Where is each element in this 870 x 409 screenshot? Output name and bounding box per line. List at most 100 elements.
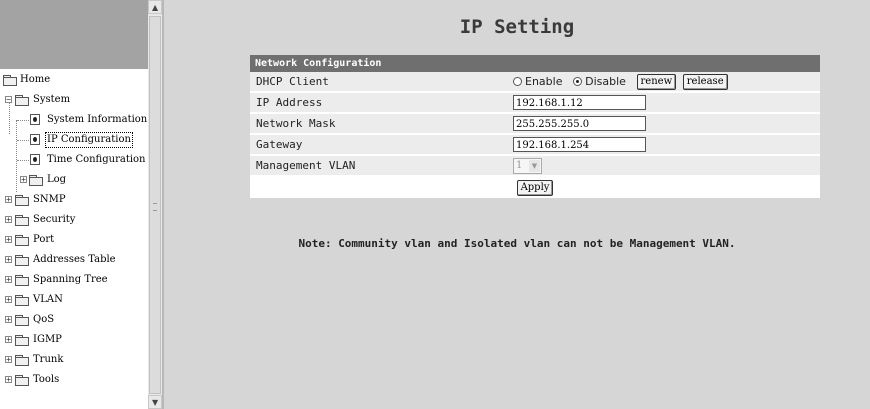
chevron-up-icon: ▲: [152, 3, 159, 12]
management-vlan-label: Management VLAN: [250, 155, 501, 177]
dhcp-controls: Enable Disable renew release: [501, 72, 820, 93]
folder-icon: [15, 355, 29, 366]
note-text: Note: Community vlan and Isolated vlan c…: [298, 237, 736, 250]
network-mask-row: Network Mask 255.255.255.0: [250, 113, 820, 135]
nav-item-trunk[interactable]: + Trunk: [0, 350, 148, 370]
expand-icon[interactable]: +: [5, 296, 12, 304]
dhcp-enable-label: Enable: [525, 74, 563, 88]
dhcp-row: DHCP Client Enable Disable renew release: [250, 72, 820, 93]
nav-item-spanning-tree[interactable]: + Spanning Tree: [0, 270, 148, 290]
nav-label: Spanning Tree: [33, 274, 108, 285]
scroll-thumb[interactable]: [149, 16, 161, 394]
tree-connector: [17, 140, 29, 141]
gateway-row: Gateway 192.168.1.254: [250, 134, 820, 156]
expand-icon[interactable]: +: [5, 356, 12, 364]
folder-icon: [29, 175, 43, 186]
nav-item-log[interactable]: + Log: [0, 170, 148, 190]
management-vlan-select[interactable]: 1 ▼: [513, 157, 542, 174]
dhcp-disable-radio[interactable]: [573, 76, 583, 86]
nav-item-igmp[interactable]: + IGMP: [0, 330, 148, 350]
expand-icon[interactable]: +: [5, 376, 12, 384]
folder-icon: [3, 75, 17, 86]
chevron-down-icon: ▼: [529, 159, 540, 172]
tree-connector: [17, 160, 29, 161]
nav-label: Time Configuration: [47, 154, 146, 165]
expand-icon[interactable]: +: [5, 256, 12, 264]
folder-icon: [15, 255, 29, 266]
grip-icon: [153, 203, 157, 211]
nav-item-tools[interactable]: + Tools: [0, 370, 148, 390]
nav-item-qos[interactable]: + QoS: [0, 310, 148, 330]
content-frame: IP Setting Network Configuration DHCP Cl…: [164, 0, 870, 409]
folder-icon: [15, 375, 29, 386]
folder-icon: [15, 315, 29, 326]
nav-label: Trunk: [33, 354, 64, 365]
nav-label: VLAN: [33, 294, 63, 305]
page-title: IP Setting: [459, 16, 575, 38]
ip-address-label: IP Address: [250, 92, 501, 114]
vlan-selected-value: 1: [516, 159, 523, 171]
scroll-down-button[interactable]: ▼: [148, 395, 162, 409]
dhcp-enable-radio[interactable]: [513, 76, 522, 86]
nav-label-selected: IP Configuration: [45, 132, 133, 148]
page-icon: [30, 134, 40, 145]
section-title: Network Configuration: [250, 55, 820, 72]
expand-icon[interactable]: +: [5, 316, 12, 324]
dhcp-disable-label: Disable: [585, 74, 626, 88]
release-button[interactable]: release: [682, 73, 728, 90]
nav-item-ip-configuration[interactable]: IP Configuration: [0, 130, 148, 150]
nav-label: Log: [47, 174, 67, 185]
ip-address-row: IP Address 192.168.1.12: [250, 92, 820, 114]
nav-item-time-configuration[interactable]: Time Configuration: [0, 150, 148, 170]
expand-icon[interactable]: +: [5, 236, 12, 244]
gateway-label: Gateway: [250, 134, 501, 156]
nav-item-addresses-table[interactable]: + Addresses Table: [0, 250, 148, 270]
chevron-down-icon: ▼: [152, 398, 159, 407]
table-header: Network Configuration: [250, 55, 820, 72]
renew-button[interactable]: renew: [636, 73, 677, 90]
network-mask-input[interactable]: 255.255.255.0: [513, 116, 646, 131]
nav-item-snmp[interactable]: + SNMP: [0, 190, 148, 210]
logo-area: [0, 0, 148, 69]
collapse-icon[interactable]: −: [5, 96, 12, 104]
apply-button[interactable]: Apply: [516, 179, 554, 196]
navigation-frame: Home − System System Information IP Conf…: [0, 0, 162, 409]
folder-open-icon: [15, 95, 29, 106]
nav-item-system[interactable]: − System: [0, 90, 148, 110]
folder-icon: [15, 335, 29, 346]
folder-icon: [15, 215, 29, 226]
nav-label: QoS: [33, 314, 55, 325]
page-icon: [30, 154, 40, 165]
expand-icon[interactable]: +: [5, 196, 12, 204]
nav-label: Home: [20, 74, 51, 85]
gateway-input[interactable]: 192.168.1.254: [513, 137, 646, 152]
apply-row: Apply: [250, 176, 820, 198]
nav-item-vlan[interactable]: + VLAN: [0, 290, 148, 310]
nav-label: Addresses Table: [33, 254, 116, 265]
folder-icon: [15, 295, 29, 306]
management-vlan-row: Management VLAN 1 ▼: [250, 155, 820, 177]
tree-connector: [17, 120, 29, 121]
folder-icon: [15, 275, 29, 286]
nav-label: Tools: [33, 374, 60, 385]
folder-icon: [15, 235, 29, 246]
nav-label: System Information: [47, 114, 148, 125]
nav-item-system-information[interactable]: System Information: [0, 110, 148, 130]
nav-scrollbar[interactable]: ▲ ▼: [148, 0, 162, 409]
expand-icon[interactable]: +: [5, 336, 12, 344]
nav-label: Port: [33, 234, 55, 245]
nav-tree: Home − System System Information IP Conf…: [0, 70, 148, 390]
expand-icon[interactable]: +: [5, 216, 12, 224]
network-config-table: Network Configuration DHCP Client Enable…: [250, 55, 820, 198]
network-mask-label: Network Mask: [250, 113, 501, 135]
nav-label: SNMP: [33, 194, 66, 205]
nav-item-security[interactable]: + Security: [0, 210, 148, 230]
nav-item-port[interactable]: + Port: [0, 230, 148, 250]
nav-item-home[interactable]: Home: [0, 70, 148, 90]
page-icon: [30, 114, 40, 125]
folder-icon: [15, 195, 29, 206]
expand-icon[interactable]: +: [20, 176, 27, 184]
scroll-up-button[interactable]: ▲: [148, 0, 162, 14]
expand-icon[interactable]: +: [5, 276, 12, 284]
ip-address-input[interactable]: 192.168.1.12: [513, 95, 646, 110]
